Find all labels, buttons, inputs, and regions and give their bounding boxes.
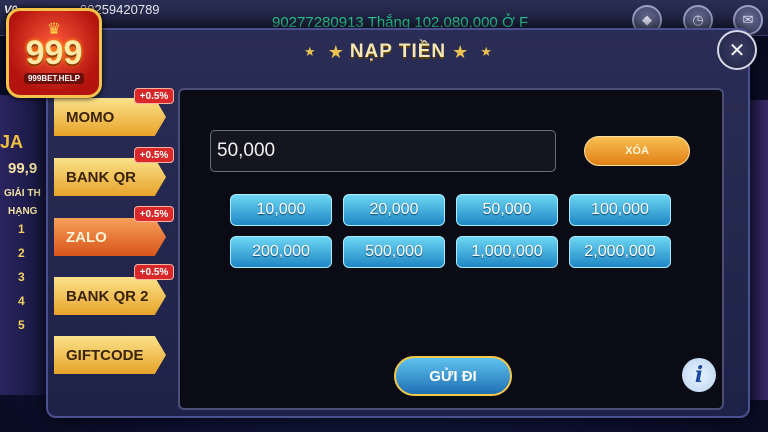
deposit-panel: XÓA 10,000 20,000 50,000 100,000 200,000… [178,88,724,410]
close-icon[interactable]: ✕ [717,30,757,70]
rank-item: 3 [18,270,25,284]
rank-item: 1 [18,222,25,236]
rank-item: 4 [18,294,25,308]
amount-button[interactable]: 1,000,000 [456,236,558,268]
info-icon[interactable]: i [682,358,716,392]
rank-item: 5 [18,318,25,332]
star-icon: ★ [304,44,316,60]
tab-zalo[interactable]: ZALO [54,218,166,256]
star-icon: ★ [327,41,344,63]
amount-button[interactable]: 10,000 [230,194,332,226]
tab-badge-bank-qr: +0.5% [134,147,174,163]
amount-input[interactable] [210,130,556,172]
tab-badge-zalo: +0.5% [134,206,174,222]
prize-label: GIẢI TH [4,188,41,199]
logo-number: 999 [25,34,83,72]
tab-giftcode[interactable]: GIFTCODE [54,336,166,374]
dialog-title-bar: ★ ★ NẠP TIỀN ★ ★ [48,30,748,74]
tab-badge-bank-qr-2: +0.5% [134,264,174,280]
dialog-title: NẠP TIỀN [349,41,447,62]
tab-bank-qr[interactable]: BANK QR [54,158,166,196]
amount-button[interactable]: 100,000 [569,194,671,226]
deposit-dialog: ★ ★ NẠP TIỀN ★ ★ +0.5% MOMO +0.5% BANK Q… [46,28,750,418]
brand-logo: ♛ 999 999BET.HELP [6,8,102,98]
amount-button[interactable]: 2,000,000 [569,236,671,268]
jackpot-value: 99,9 [8,160,38,177]
tab-bank-qr-2[interactable]: BANK QR 2 [54,277,166,315]
tab-badge-momo: +0.5% [134,88,174,104]
jackpot-label: JA [0,132,24,152]
amount-button[interactable]: 200,000 [230,236,332,268]
star-icon: ★ [452,41,469,63]
rank-item: 2 [18,246,25,260]
star-icon: ★ [480,44,492,60]
amount-button[interactable]: 50,000 [456,194,558,226]
amount-button[interactable]: 20,000 [343,194,445,226]
clear-button[interactable]: XÓA [584,136,690,166]
submit-button[interactable]: GỬI ĐI [394,356,512,396]
logo-site: 999BET.HELP [23,73,85,84]
rank-label: HẠNG [8,206,38,217]
amount-button[interactable]: 500,000 [343,236,445,268]
